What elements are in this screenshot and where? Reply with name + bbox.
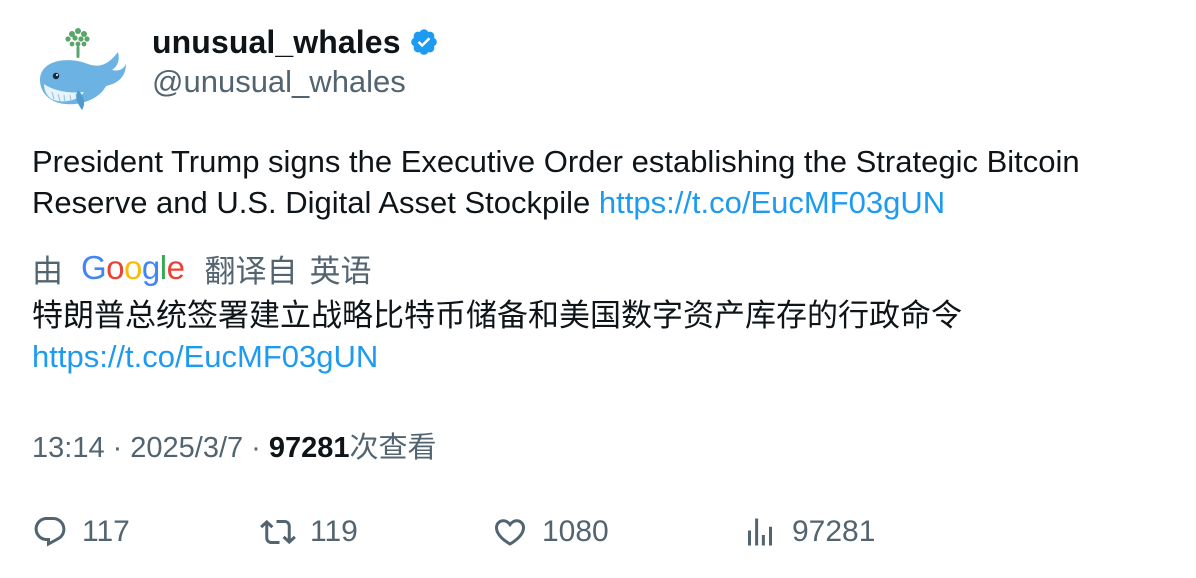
author-block: unusual_whales @unusual_whales (152, 20, 439, 100)
google-logo-letter: g (141, 249, 160, 286)
display-name[interactable]: unusual_whales (152, 24, 401, 61)
analytics-icon (748, 518, 772, 546)
google-logo-letter: o (124, 249, 142, 286)
action-bar: 117 119 1080 97281 (32, 510, 932, 554)
tweet-time[interactable]: 13:14 (32, 432, 105, 465)
tweet-text: President Trump signs the Executive Orde… (32, 141, 1162, 223)
like-count: 1080 (542, 515, 609, 548)
views-label: 次查看 (349, 432, 437, 464)
reply-button[interactable]: 117 (32, 510, 130, 554)
views-action-count: 97281 (792, 515, 876, 548)
reply-icon (34, 517, 66, 547)
source-language: 英语 (309, 253, 372, 289)
translated-from-label: 翻译自 (204, 253, 298, 289)
google-logo-letter: e (166, 249, 185, 286)
tweet-meta: 13:14 · 2025/3/7 · 97281 次查看 (32, 424, 436, 466)
repost-count: 119 (310, 515, 358, 548)
translation-attribution: 由 G o o g l e 翻译自 英语 (32, 246, 371, 290)
google-logo-letter: l (159, 249, 167, 286)
repost-icon (260, 519, 296, 545)
views-button[interactable]: 97281 (742, 510, 875, 554)
translated-body: 特朗普总统签署建立战略比特币储备和美国数字资产库存的行政命令 (32, 298, 962, 333)
repost-button[interactable]: 119 (260, 510, 358, 554)
verified-badge-icon[interactable] (409, 27, 439, 57)
translated-link[interactable]: https://t.co/EucMF03gUN (32, 339, 378, 374)
whale-logo-icon (32, 22, 128, 118)
google-logo-letter: G (81, 249, 107, 286)
reply-count: 117 (82, 515, 130, 548)
translated-text: 特朗普总统签署建立战略比特币储备和美国数字资产库存的行政命令 https://t… (32, 295, 1162, 377)
google-logo-letter: o (106, 249, 125, 286)
like-button[interactable]: 1080 (492, 510, 609, 554)
meta-separator: · (251, 432, 261, 464)
heart-icon (494, 519, 526, 546)
handle[interactable]: @unusual_whales (152, 64, 439, 100)
meta-separator: · (112, 432, 123, 464)
avatar[interactable] (32, 22, 128, 118)
tweet-link[interactable]: https://t.co/EucMF03gUN (599, 185, 945, 220)
translated-by-label: 由 (32, 253, 63, 289)
google-logo[interactable]: G o o g l e (81, 249, 185, 287)
views-count[interactable]: 97281 (269, 432, 350, 465)
display-name-row: unusual_whales (152, 20, 439, 64)
tweet-date[interactable]: 2025/3/7 (130, 432, 243, 465)
